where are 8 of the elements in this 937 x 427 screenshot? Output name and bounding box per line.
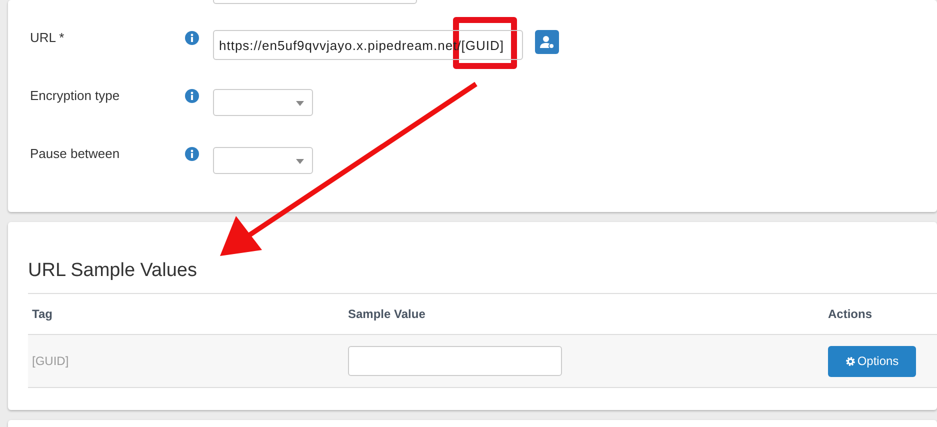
field-label: URL * bbox=[30, 30, 66, 45]
options-button[interactable]: Options bbox=[828, 346, 916, 376]
field-label: Pause between bbox=[30, 146, 121, 161]
column-header: Tag bbox=[31, 307, 54, 321]
column-header: Actions bbox=[828, 307, 874, 321]
field-label: Encryption type bbox=[30, 88, 121, 103]
column-header: Sample Value bbox=[348, 307, 426, 321]
table-cell-text: [GUID] bbox=[31, 354, 70, 368]
